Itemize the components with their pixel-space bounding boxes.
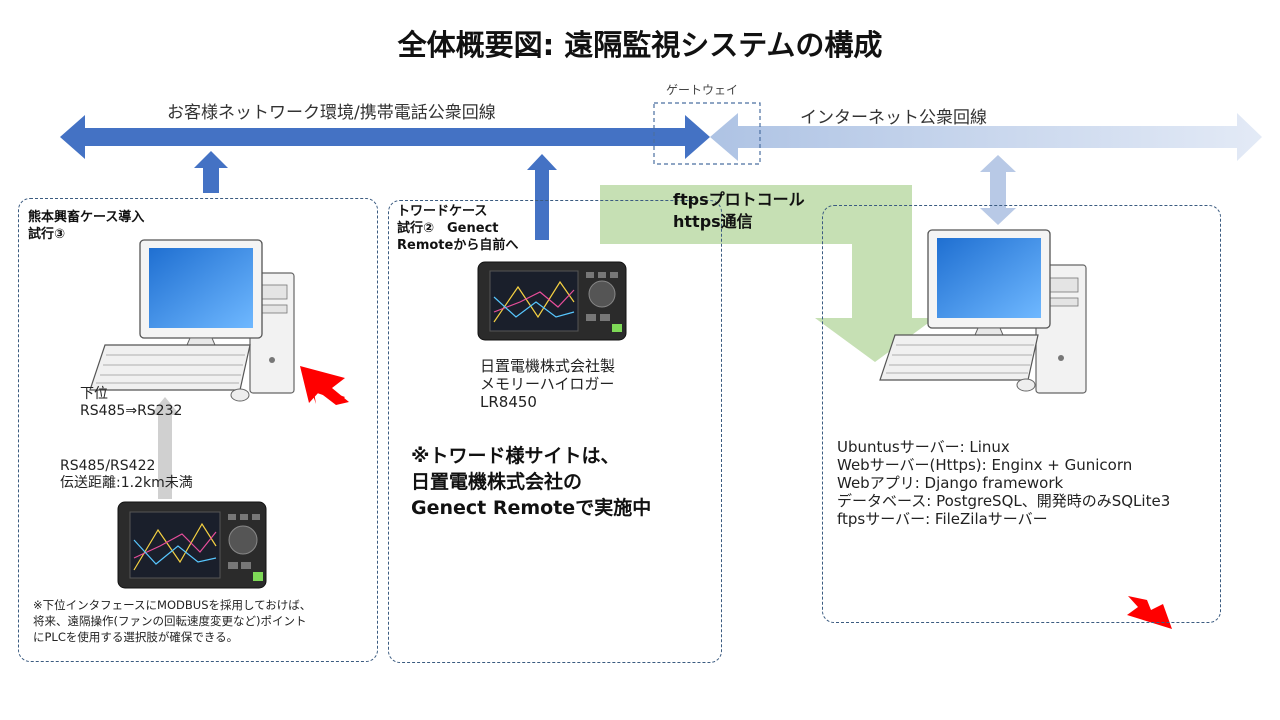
left-heading-line2: 試行③	[28, 227, 66, 242]
lower-label-line2: RS485⇒RS232	[80, 403, 183, 419]
panel-right	[822, 205, 1221, 623]
panel-middle	[388, 200, 722, 663]
gateway-label: ゲートウェイ	[666, 83, 739, 97]
server-line-4: ftpsサーバー: FileZilaサーバー	[837, 510, 1048, 528]
middle-heading-line2: 試行② Genect	[397, 221, 499, 236]
customer-network-label: お客様ネットワーク環境/携帯電話公衆回線	[167, 103, 496, 123]
left-heading-line1: 熊本興畜ケース導入	[28, 210, 145, 225]
server-line-2: Webアプリ: Django framework	[837, 474, 1064, 492]
protocol-line2: https通信	[673, 212, 753, 231]
server-line-0: Ubuntusサーバー: Linux	[837, 438, 1010, 456]
callout-line1: ※トワード様サイトは、	[411, 445, 620, 467]
callout-line3: Genect Remoteで実施中	[411, 497, 652, 519]
device-line1: 日置電機株式会社製	[480, 357, 616, 375]
page-title: 全体概要図: 遠隔監視システムの構成	[397, 28, 883, 62]
rs-line2: 伝送距離:1.2km未満	[60, 475, 193, 491]
device-line2: メモリーハイロガー	[480, 375, 615, 393]
middle-heading-line3: Remoteから自前へ	[397, 238, 519, 253]
callout-line2: 日置電機株式会社の	[411, 471, 583, 493]
note-line3: にPLCを使用する選択肢が確保できる。	[33, 630, 239, 644]
panel-left	[18, 198, 378, 662]
server-line-1: Webサーバー(Https): Enginx + Gunicorn	[837, 456, 1133, 474]
up-arrow-left	[194, 151, 228, 193]
middle-heading-line1: トワードケース	[397, 204, 488, 219]
server-line-3: データベース: PostgreSQL、開発時のみSQLite3	[837, 492, 1171, 510]
note-line1: ※下位インタフェースにMODBUSを採用しておけば、	[33, 598, 312, 612]
lower-label-line1: 下位	[80, 386, 108, 402]
protocol-line1: ftpsプロトコール	[673, 190, 805, 209]
rs-line1: RS485/RS422	[60, 458, 156, 474]
note-line2: 将来、遠隔操作(ファンの回転速度変更など)ポイント	[33, 614, 307, 628]
device-line3: LR8450	[480, 393, 537, 411]
internet-label: インターネット公衆回線	[800, 108, 987, 128]
